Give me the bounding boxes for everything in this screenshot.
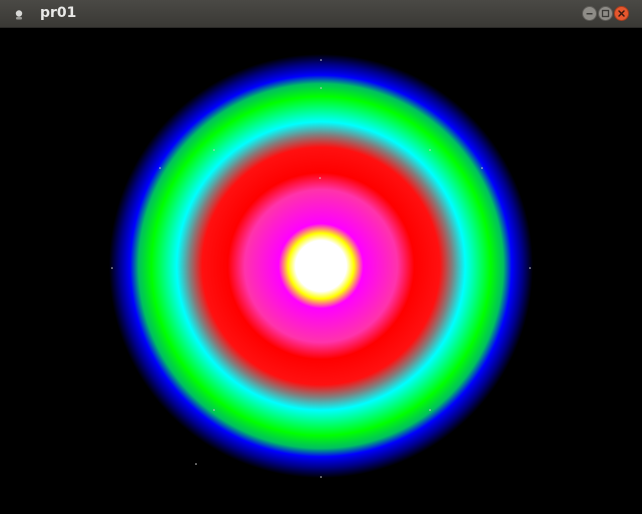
close-button[interactable] <box>614 6 629 21</box>
minimize-button[interactable] <box>582 6 597 21</box>
minimize-icon <box>586 13 593 15</box>
app-icon <box>13 8 25 20</box>
close-icon <box>618 10 625 17</box>
concentric-gradient-rings <box>0 28 642 509</box>
title-bar[interactable]: pr01 <box>0 0 642 28</box>
app-window: pr01 <box>0 0 642 509</box>
radial-gradient-disc <box>109 54 533 478</box>
window-title: pr01 <box>40 5 77 21</box>
maximize-button[interactable] <box>598 6 613 21</box>
render-canvas[interactable] <box>0 28 642 509</box>
maximize-icon <box>601 9 610 18</box>
